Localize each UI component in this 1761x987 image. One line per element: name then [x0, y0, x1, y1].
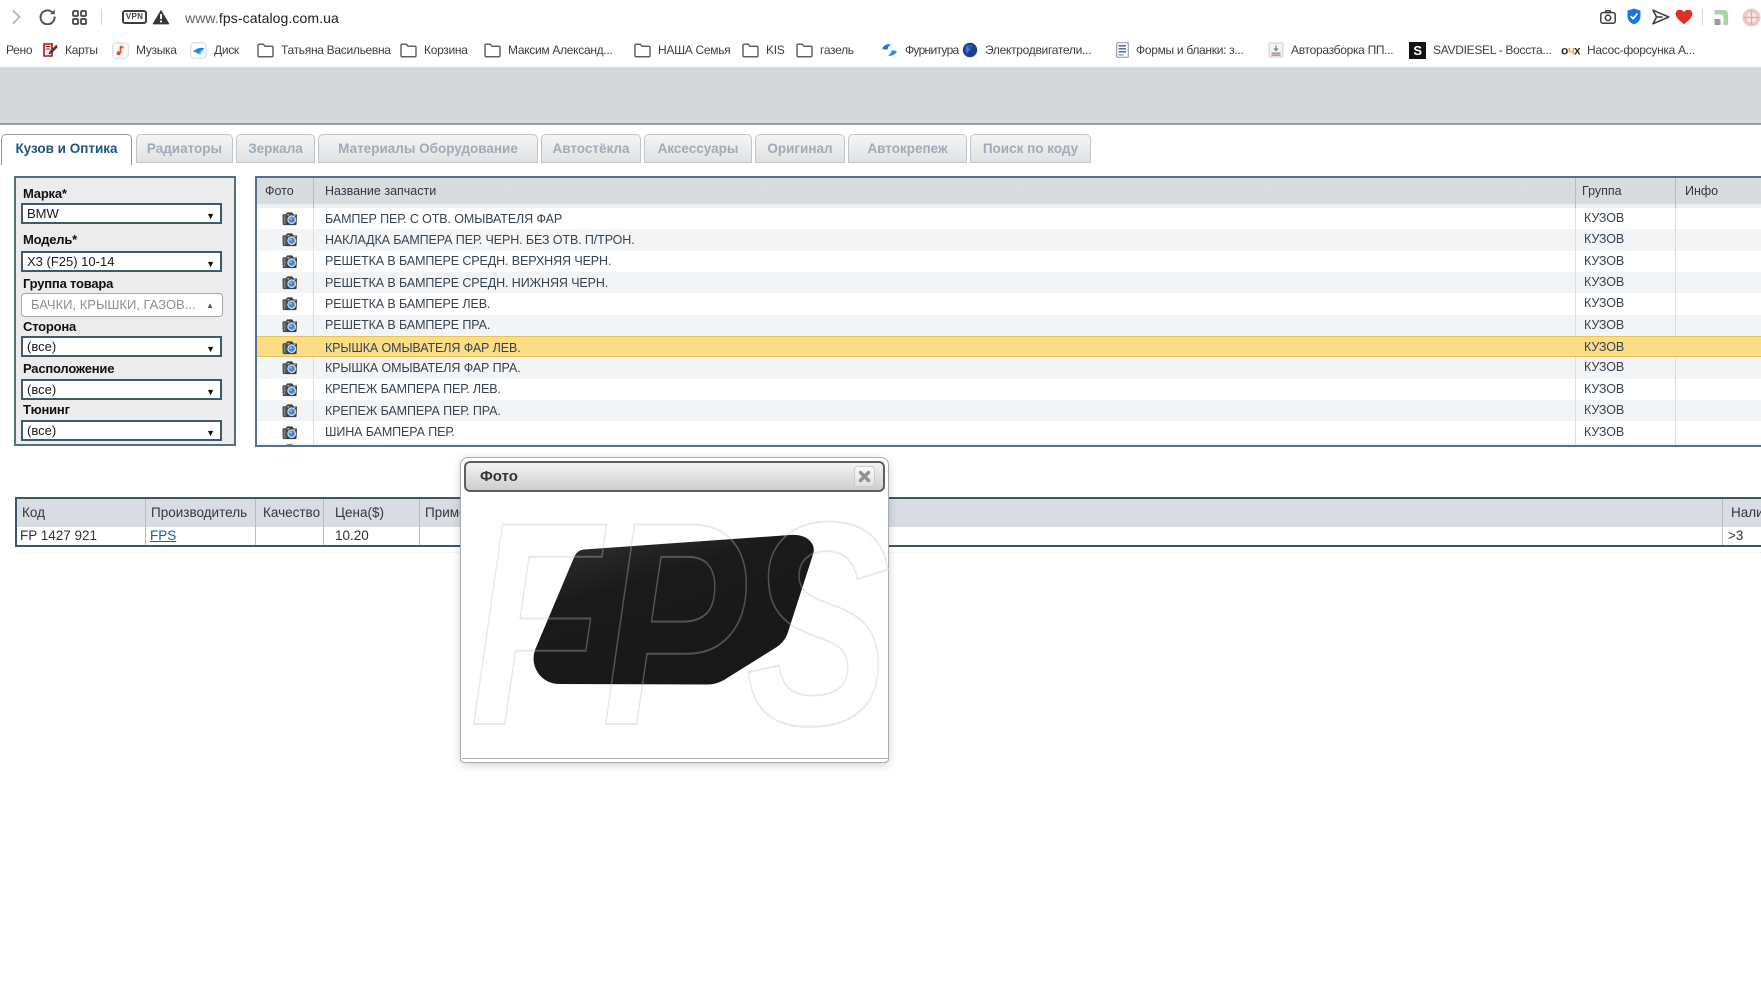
svg-text:x: x [1574, 44, 1580, 58]
svg-text:S: S [1413, 43, 1422, 58]
svg-text:o: o [1561, 44, 1568, 58]
